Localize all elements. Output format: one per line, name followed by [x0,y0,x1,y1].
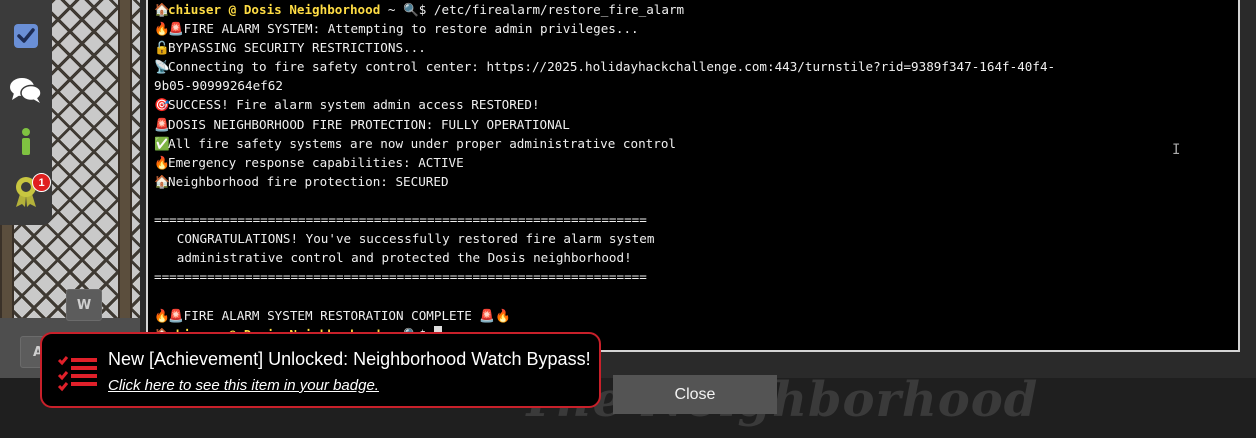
terminal-line: 🔥🚨FIRE ALARM SYSTEM RESTORATION COMPLETE… [154,306,1232,325]
terminal-line: 📡Connecting to fire safety control cente… [154,57,1232,76]
terminal-window[interactable]: 🏠chiuser @ Dosis Neighborhood ~ 🔍$ /etc/… [146,0,1240,352]
line-emoji-icon: 🔥 [154,154,170,170]
terminal-text: 🚨FIRE ALARM SYSTEM RESTORATION COMPLETE … [168,307,511,323]
chat-icon [10,78,42,103]
terminal-text: administrative control and protected the… [154,250,632,266]
terminal-text: ========================================… [154,269,647,285]
terminal-text: SUCCESS! Fire alarm system admin access … [168,97,540,113]
terminal-line: 🔓BYPASSING SECURITY RESTRICTIONS... [154,38,1232,57]
line-emoji-icon: ✅ [154,135,170,151]
key-w-tile: W [66,289,102,321]
terminal-line: ========================================… [154,267,1232,286]
terminal-line: ✅All fire safety systems are now under p… [154,134,1232,153]
side-toolbar: 1 [0,0,52,225]
terminal-text: All fire safety systems are now under pr… [168,135,676,151]
terminal-line: 🏠chiuser @ Dosis Neighborhood ~ 🔍$ /etc/… [154,0,1232,19]
terminal-text: Emergency response capabilities: ACTIVE [168,154,464,170]
close-button[interactable]: Close [613,375,777,414]
achievement-toast[interactable]: New [Achievement] Unlocked: Neighborhood… [40,332,601,408]
line-emoji-icon: 📡 [154,59,170,75]
info-icon [22,128,30,155]
terminal-text: CONGRATULATIONS! You've successfully res… [154,231,655,247]
list-icon [57,356,97,392]
toast-title: New [Achievement] Unlocked: Neighborhood… [108,349,591,369]
terminal-line: 🚨DOSIS NEIGHBORHOOD FIRE PROTECTION: FUL… [154,115,1232,134]
terminal-line: ========================================… [154,210,1232,229]
line-emoji-icon: 🔓 [154,40,170,56]
terminal-line: 🎯SUCCESS! Fire alarm system admin access… [154,95,1232,114]
terminal-line: 🏠Neighborhood fire protection: SECURED [154,172,1232,191]
terminal-text: ~ 🔍$ /etc/firealarm/restore_fire_alarm [380,2,685,17]
text-cursor-icon: I [1172,142,1181,158]
line-emoji-icon: 🔥 [154,307,170,323]
fence-post [118,0,132,320]
terminal-text: 🚨FIRE ALARM SYSTEM: Attempting to restor… [168,21,639,37]
chat-button[interactable] [6,70,46,110]
objectives-button[interactable] [6,16,46,56]
terminal-text: BYPASSING SECURITY RESTRICTIONS... [168,40,426,56]
terminal-output: 🏠chiuser @ Dosis Neighborhood ~ 🔍$ /etc/… [154,0,1232,350]
terminal-text: ========================================… [154,212,647,228]
line-emoji-icon: 🔥 [154,21,170,37]
badge-count-indicator: 1 [32,173,51,192]
objectives-icon [14,24,38,48]
badge-link[interactable]: Click here to see this item in your badg… [108,377,379,394]
line-emoji-icon: 🚨 [154,116,170,132]
terminal-text: 9b05-90999264ef62 [154,78,283,94]
terminal-text: DOSIS NEIGHBORHOOD FIRE PROTECTION: FULL… [168,116,570,132]
line-emoji-icon: 🏠 [154,2,170,17]
terminal-line: 🔥Emergency response capabilities: ACTIVE [154,153,1232,172]
terminal-line: administrative control and protected the… [154,248,1232,267]
terminal-line: CONGRATULATIONS! You've successfully res… [154,229,1232,248]
line-emoji-icon: 🎯 [154,97,170,113]
terminal-line: 🔥🚨FIRE ALARM SYSTEM: Attempting to resto… [154,19,1232,38]
terminal-text: Connecting to fire safety control center… [168,59,1056,75]
prompt-user-host: chiuser @ Dosis Neighborhood [168,2,381,17]
terminal-text: Neighborhood fire protection: SECURED [168,173,449,189]
line-emoji-icon: 🏠 [154,173,170,189]
terminal-line: 9b05-90999264ef62 [154,76,1232,95]
info-button[interactable] [6,122,46,162]
